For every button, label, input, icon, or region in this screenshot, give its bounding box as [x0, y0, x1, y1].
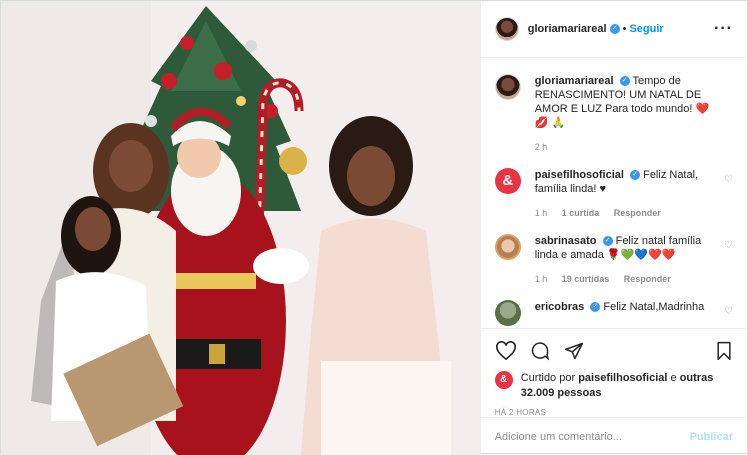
comment-likes[interactable]: 19 curtidas	[562, 274, 610, 284]
follow-button[interactable]: Seguir	[629, 23, 663, 35]
comment-time[interactable]: 1 h	[535, 208, 548, 218]
verified-badge-icon: ✓	[630, 170, 641, 181]
comment-likes[interactable]: 1 curtida	[562, 208, 600, 218]
reply-button[interactable]: Responder	[614, 208, 661, 218]
verified-badge-icon: ✓	[619, 76, 630, 87]
comment-time[interactable]: 1 h	[535, 274, 548, 284]
comments-list[interactable]: gloriamariareal ✓ Tempo de RENASCIMENTO!…	[481, 58, 747, 328]
comment-username[interactable]: sabrinasato	[535, 235, 597, 247]
more-horizontal-icon[interactable]: ···	[714, 20, 733, 38]
verified-badge-icon: ✓	[602, 236, 613, 247]
comment-icon[interactable]	[529, 341, 551, 361]
liked-by: & Curtido por paisefilhosoficial e outra…	[494, 371, 733, 401]
comment-like-heart-icon[interactable]: ♡	[724, 174, 733, 185]
author-username[interactable]: gloriamariareal	[528, 23, 607, 35]
post-actions: & Curtido por paisefilhosoficial e outra…	[480, 328, 747, 455]
comment-item: sabrinasato ✓ Feliz natal família linda …	[494, 234, 733, 286]
verified-badge-icon: ✓	[590, 302, 601, 313]
comment-username[interactable]: ericobras	[535, 301, 585, 313]
comment-avatar[interactable]	[494, 234, 521, 260]
add-comment-bar: Publicar	[480, 417, 747, 455]
post-header: gloriamariareal ✓ • Seguir ···	[480, 1, 747, 58]
author-avatar[interactable]	[494, 17, 519, 41]
instagram-post: gloriamariareal ✓ • Seguir ··· gloriamar…	[0, 0, 748, 455]
comment-like-heart-icon[interactable]: ♡	[724, 306, 733, 317]
caption: gloriamariareal ✓ Tempo de RENASCIMENTO!…	[494, 74, 733, 154]
comment-input[interactable]	[494, 430, 690, 443]
christmas-family-photo	[1, 1, 480, 455]
bookmark-icon[interactable]	[715, 341, 733, 361]
publish-button[interactable]: Publicar	[690, 431, 733, 443]
caption-time[interactable]: 2 h	[535, 142, 548, 152]
reply-button[interactable]: Responder	[624, 274, 671, 284]
comment-like-heart-icon[interactable]: ♡	[724, 240, 733, 251]
verified-badge-icon: ✓	[609, 24, 620, 34]
comment-text: Feliz Natal,Madrinha	[603, 301, 705, 313]
comment-avatar[interactable]	[494, 300, 521, 326]
comment-avatar[interactable]: &	[494, 168, 521, 194]
liked-by-username[interactable]: paisefilhosoficial	[578, 372, 667, 384]
post-photo[interactable]	[1, 1, 480, 455]
liked-by-middle: e	[670, 372, 677, 384]
post-sidebar: gloriamariareal ✓ • Seguir ··· gloriamar…	[479, 1, 747, 455]
share-icon[interactable]	[563, 341, 585, 361]
caption-avatar[interactable]	[494, 74, 521, 100]
caption-username[interactable]: gloriamariareal	[535, 75, 614, 87]
liked-by-avatar[interactable]: &	[494, 371, 513, 389]
post-timestamp[interactable]: HÁ 2 HORAS	[495, 408, 733, 417]
comment-item: & paisefilhosoficial ✓ Feliz Natal, famí…	[494, 168, 733, 220]
comment-username[interactable]: paisefilhosoficial	[535, 169, 624, 181]
heart-icon[interactable]	[495, 341, 517, 361]
comment-item: ericobras ✓ Feliz Natal,Madrinha ♡	[494, 300, 733, 326]
action-icons	[495, 337, 733, 365]
separator-dot: •	[622, 23, 627, 35]
liked-by-prefix: Curtido por	[520, 372, 576, 384]
